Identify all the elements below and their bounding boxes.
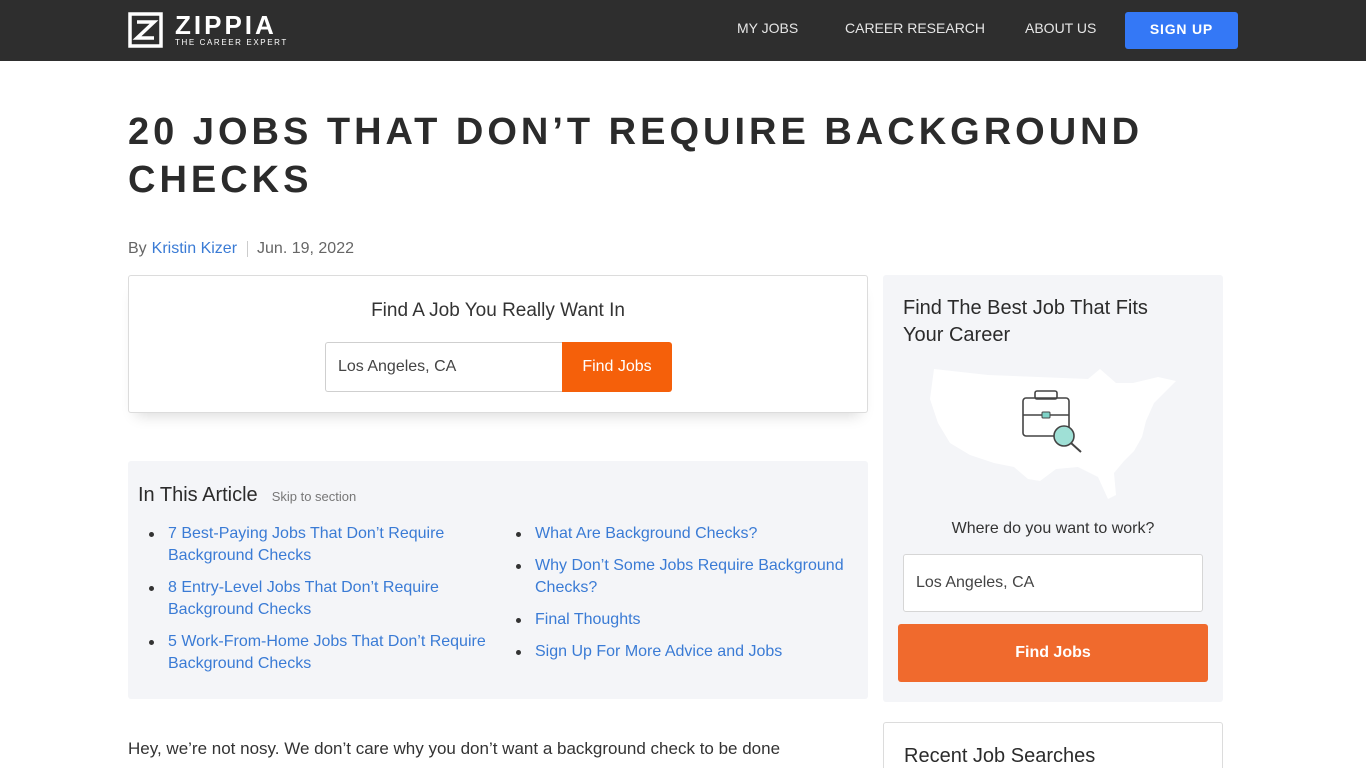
toc-heading: In This Article bbox=[138, 484, 258, 506]
location-input[interactable]: Los Angeles, CA bbox=[325, 342, 563, 392]
byline-divider bbox=[247, 241, 249, 257]
by-label: By bbox=[128, 240, 147, 257]
toc-link[interactable]: Why Don’t Some Jobs Require Background C… bbox=[515, 555, 855, 599]
sign-up-button[interactable]: SIGN UP bbox=[1125, 12, 1238, 49]
table-of-contents: In This Article Skip to section 7 Best-P… bbox=[128, 461, 868, 699]
recent-searches-heading: Recent Job Searches bbox=[904, 745, 1096, 767]
toc-link[interactable]: 7 Best-Paying Jobs That Don’t Require Ba… bbox=[148, 523, 498, 567]
job-search-heading: Find A Job You Really Want In bbox=[371, 300, 625, 321]
toc-column-2: What Are Background Checks? Why Don’t So… bbox=[515, 523, 855, 673]
author-link[interactable]: Kristin Kizer bbox=[152, 240, 237, 258]
logo-tagline: THE CAREER EXPERT bbox=[175, 37, 288, 47]
logo-wordmark: ZIPPIA THE CAREER EXPERT bbox=[175, 9, 288, 48]
find-jobs-button[interactable]: Find Jobs bbox=[562, 342, 672, 392]
toc-link[interactable]: 8 Entry-Level Jobs That Don’t Require Ba… bbox=[148, 577, 498, 621]
job-search-card: Find A Job You Really Want In Los Angele… bbox=[128, 275, 868, 413]
toc-link[interactable]: Sign Up For More Advice and Jobs bbox=[515, 641, 855, 663]
recent-searches-card: Recent Job Searches bbox=[883, 722, 1223, 768]
us-map-illustration bbox=[930, 369, 1176, 499]
top-navigation: ZIPPIA THE CAREER EXPERT MY JOBS CAREER … bbox=[0, 0, 1366, 61]
logo-name: ZIPPIA bbox=[175, 9, 277, 40]
toc-link[interactable]: 5 Work-From-Home Jobs That Don’t Require… bbox=[148, 631, 498, 675]
zippia-logo[interactable]: ZIPPIA THE CAREER EXPERT bbox=[128, 12, 288, 48]
where-label: Where do you want to work? bbox=[951, 520, 1155, 537]
sidebar-job-finder: Find The Best Job That Fits Your Career … bbox=[883, 275, 1223, 702]
toc-header: In This Article Skip to section bbox=[138, 484, 356, 507]
byline: By Kristin Kizer Jun. 19, 2022 bbox=[128, 240, 354, 258]
sidebar-heading: Find The Best Job That Fits Your Career bbox=[903, 297, 1148, 346]
article-title: 20 JOBS THAT DON’T REQUIRE BACKGROUND CH… bbox=[128, 111, 1144, 201]
zippia-logo-icon bbox=[128, 12, 163, 48]
nav-about-us[interactable]: ABOUT US bbox=[1025, 20, 1096, 36]
toc-link[interactable]: Final Thoughts bbox=[515, 609, 855, 631]
toc-link[interactable]: What Are Background Checks? bbox=[515, 523, 855, 545]
sidebar-location-input[interactable]: Los Angeles, CA bbox=[903, 554, 1203, 612]
article-intro: Hey, we’re not nosy. We don’t care why y… bbox=[128, 739, 781, 758]
sidebar-find-jobs-button[interactable]: Find Jobs bbox=[898, 624, 1208, 682]
nav-my-jobs[interactable]: MY JOBS bbox=[737, 20, 798, 36]
toc-column-1: 7 Best-Paying Jobs That Don’t Require Ba… bbox=[148, 523, 498, 685]
publish-date: Jun. 19, 2022 bbox=[257, 240, 354, 257]
skip-to-section-link[interactable]: Skip to section bbox=[272, 489, 357, 504]
nav-career-research[interactable]: CAREER RESEARCH bbox=[845, 20, 985, 36]
